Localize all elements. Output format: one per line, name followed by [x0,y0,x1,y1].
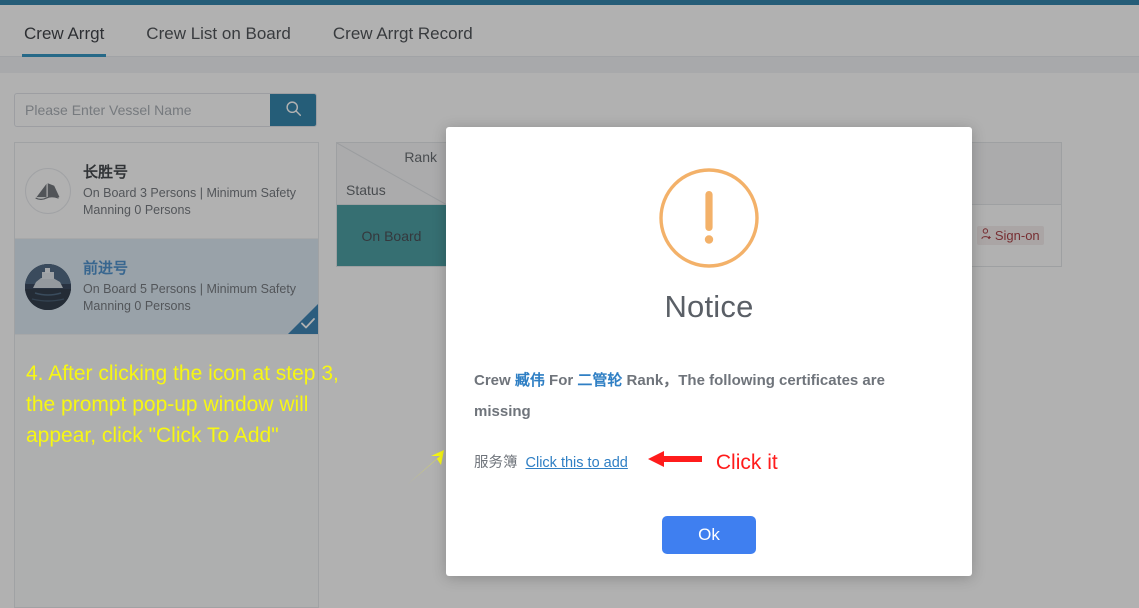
arrow-up-right-icon [404,448,448,493]
modal-title: Notice [664,289,754,324]
modal-rank-name: 二管轮 [577,372,623,389]
app-root: Crew Arrgt Crew List on Board Crew Arrgt… [0,0,1139,608]
annotation-step-text: 4. After clicking the icon at step 3, th… [26,362,339,447]
missing-certificate-row: 服务簿 Click this to add Click it [474,449,944,476]
notice-modal: Notice Crew 臧伟 For 二管轮 Rank，The followin… [446,127,972,576]
modal-message-prefix: Crew [474,372,515,389]
modal-message: Crew 臧伟 For 二管轮 Rank，The following certi… [474,365,944,427]
arrow-left-icon [647,449,702,476]
ok-button[interactable]: Ok [662,516,756,554]
modal-message-mid: For [544,372,578,389]
modal-footer: Ok [446,516,972,554]
certificate-name: 服务簿 [474,454,518,471]
modal-crew-name: 臧伟 [514,372,545,389]
annotation-click-it-label: Click it [715,450,778,474]
exclamation-circle-icon [658,167,760,269]
click-this-to-add-link[interactable]: Click this to add [526,452,628,474]
